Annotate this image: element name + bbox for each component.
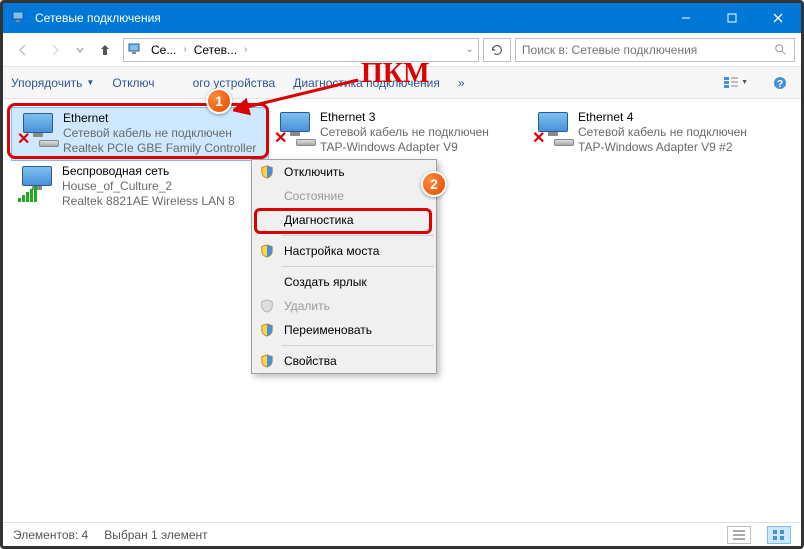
titlebar: Сетевые подключения <box>3 3 801 33</box>
menu-item-status: Состояние <box>252 184 436 208</box>
error-x-icon: ✕ <box>532 128 545 148</box>
connection-status: House_of_Culture_2 <box>62 179 266 194</box>
connection-name: Ethernet 3 <box>320 110 524 125</box>
minimize-button[interactable] <box>663 3 709 33</box>
menu-item-delete: Удалить <box>252 294 436 318</box>
menu-item-properties[interactable]: Свойства <box>252 349 436 373</box>
status-bar: Элементов: 4 Выбран 1 элемент <box>3 522 801 546</box>
connection-adapter: TAP-Windows Adapter V9 <box>320 140 524 155</box>
menu-separator <box>282 266 434 267</box>
connection-adapter: Realtek PCIe GBE Family Controller <box>63 141 265 156</box>
connection-name: Ethernet 4 <box>578 110 782 125</box>
network-icon <box>128 42 144 58</box>
search-input[interactable] <box>522 43 768 57</box>
connection-adapter: Realtek 8821AE Wireless LAN 8 <box>62 194 266 209</box>
annotation-badge-2: 2 <box>421 171 447 197</box>
menu-item-rename[interactable]: Переименовать <box>252 318 436 342</box>
shield-icon <box>260 323 274 337</box>
shield-icon <box>260 244 274 258</box>
chevron-right-icon: › <box>244 44 247 55</box>
content-area[interactable]: ✕ Ethernet Сетевой кабель не подключен R… <box>3 99 801 519</box>
connection-icon <box>14 164 62 212</box>
annotation-badge-1: 1 <box>206 88 232 114</box>
connection-item-ethernet3[interactable]: ✕ Ethernet 3 Сетевой кабель не подключен… <box>269 107 527 161</box>
connection-adapter: TAP-Windows Adapter V9 #2 <box>578 140 782 155</box>
connection-status: Сетевой кабель не подключен <box>320 125 524 140</box>
breadcrumb-seg2[interactable]: Сетев... <box>191 43 240 57</box>
up-button[interactable] <box>91 37 119 63</box>
connection-item-wifi[interactable]: Беспроводная сеть House_of_Culture_2 Rea… <box>11 161 269 215</box>
connection-icon: ✕ <box>15 111 63 157</box>
connection-name: Беспроводная сеть <box>62 164 266 179</box>
status-item-count: Элементов: 4 <box>13 528 88 542</box>
close-button[interactable] <box>755 3 801 33</box>
connection-icon: ✕ <box>530 110 578 158</box>
maximize-button[interactable] <box>709 3 755 33</box>
search-box[interactable] <box>515 38 795 62</box>
view-options-button[interactable]: ▼ <box>723 72 749 94</box>
help-button[interactable]: ? <box>767 72 793 94</box>
wifi-signal-icon <box>18 186 37 202</box>
connection-icon: ✕ <box>272 110 320 158</box>
menu-separator <box>282 235 434 236</box>
connection-status: Сетевой кабель не подключен <box>578 125 782 140</box>
chevron-right-icon: › <box>183 44 186 55</box>
error-x-icon: ✕ <box>17 129 30 149</box>
refresh-button[interactable] <box>483 38 511 62</box>
svg-text:?: ? <box>777 79 783 90</box>
shield-icon <box>260 354 274 368</box>
disable-device-button[interactable]: Отключ xxxxx ого устройства <box>112 76 275 90</box>
connection-name: Ethernet <box>63 111 265 126</box>
view-details-button[interactable] <box>727 526 751 544</box>
shield-icon <box>260 165 274 179</box>
shield-icon <box>260 299 274 313</box>
menu-item-shortcut[interactable]: Создать ярлык <box>252 270 436 294</box>
menu-item-bridge[interactable]: Настройка моста <box>252 239 436 263</box>
organize-menu[interactable]: Упорядочить ▼ <box>11 76 94 90</box>
back-button[interactable] <box>9 37 37 63</box>
view-tiles-button[interactable] <box>767 526 791 544</box>
connection-item-ethernet[interactable]: ✕ Ethernet Сетевой кабель не подключен R… <box>11 107 269 161</box>
search-icon <box>774 43 788 57</box>
recent-dropdown[interactable] <box>73 37 87 63</box>
status-selected: Выбран 1 элемент <box>104 528 207 542</box>
window-icon <box>11 9 29 27</box>
forward-button[interactable] <box>41 37 69 63</box>
breadcrumb-seg1[interactable]: Се... <box>148 43 179 57</box>
chevron-down-icon[interactable]: ⌄ <box>466 44 474 55</box>
connection-item-ethernet4[interactable]: ✕ Ethernet 4 Сетевой кабель не подключен… <box>527 107 785 161</box>
chevron-down-icon: ▼ <box>741 79 748 86</box>
annotation-rmb-label: ПКМ <box>361 58 430 90</box>
window-title: Сетевые подключения <box>35 11 663 25</box>
error-x-icon: ✕ <box>274 128 287 148</box>
menu-item-disable[interactable]: Отключить <box>252 160 436 184</box>
menu-item-diagnose[interactable]: Диагностика <box>252 208 436 232</box>
chevron-down-icon: ▼ <box>86 78 94 87</box>
context-menu: Отключить Состояние Диагностика Настройк… <box>251 159 437 374</box>
toolbar-overflow[interactable]: » <box>458 76 465 90</box>
menu-separator <box>282 345 434 346</box>
connection-status: Сетевой кабель не подключен <box>63 126 265 141</box>
